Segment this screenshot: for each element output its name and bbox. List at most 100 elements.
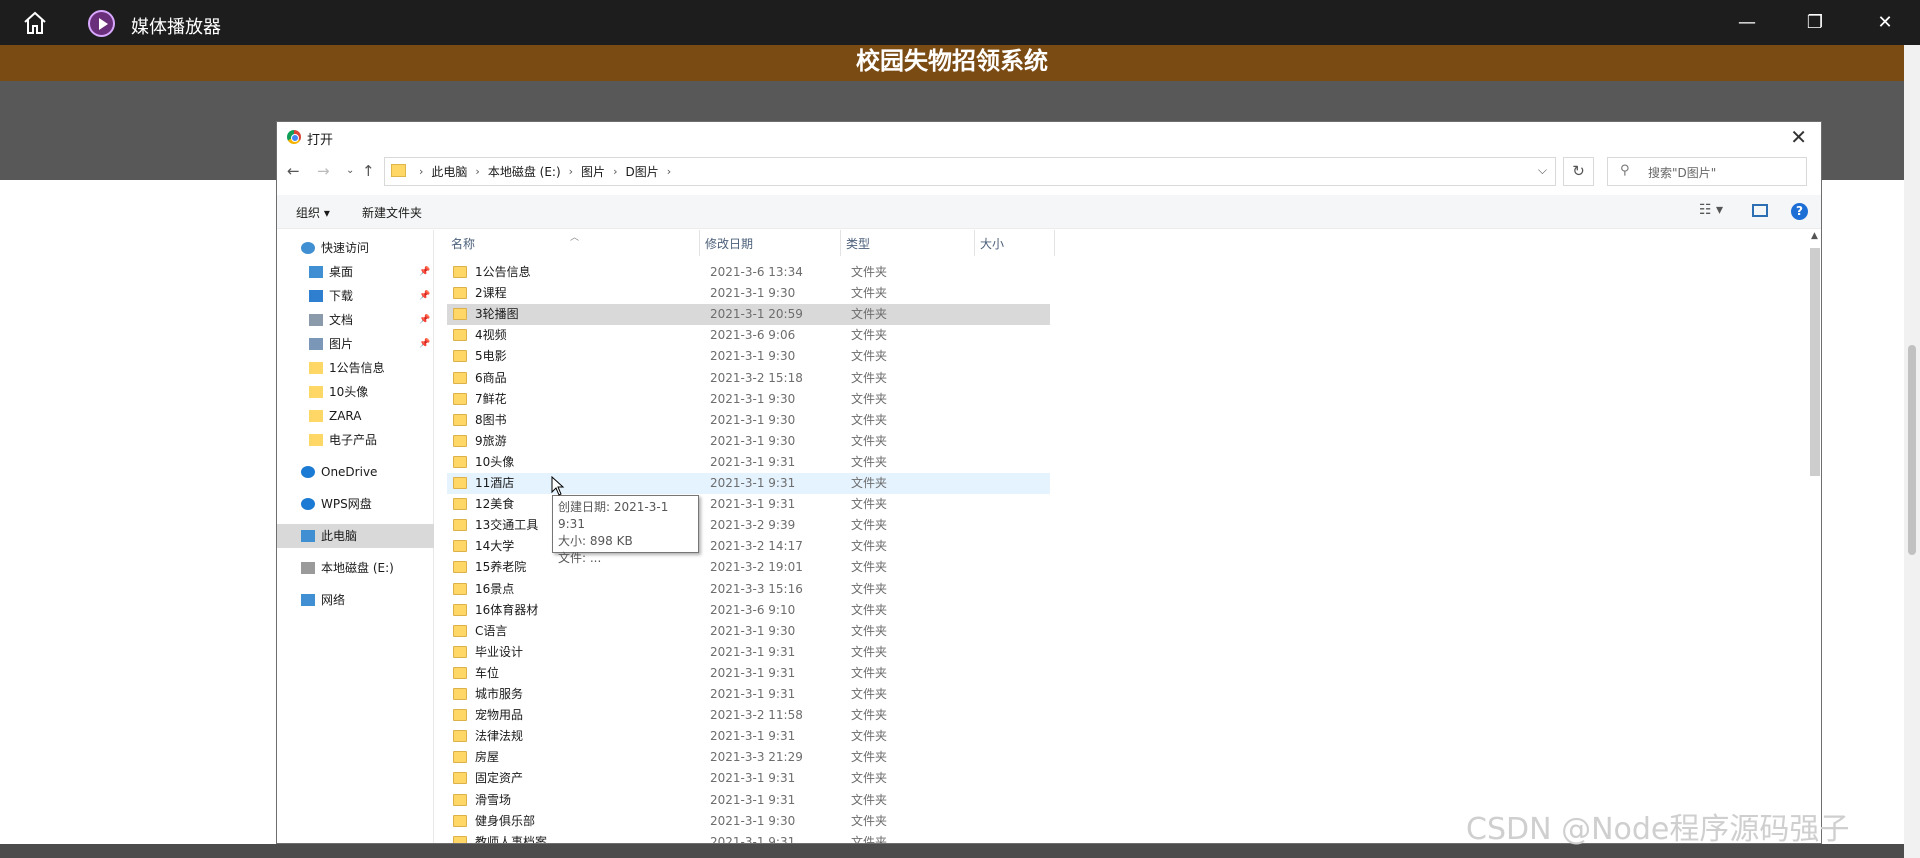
nav-item[interactable]: 网络 [277,588,434,612]
file-row[interactable]: 城市服务 2021-3-1 9:31 文件夹 [447,684,1050,705]
folder-icon [453,540,467,553]
nav-item[interactable]: 下载 📌 [277,284,434,308]
file-date: 2021-3-2 14:17 [710,539,803,554]
preview-pane-icon[interactable] [1752,204,1768,217]
up-arrow-icon[interactable]: ↑ [362,162,375,180]
nav-item[interactable]: ZARA [277,404,434,428]
new-folder-button[interactable]: 新建文件夹 [362,204,422,221]
column-header-type[interactable]: 类型 [846,235,870,252]
page-scrollbar-thumb[interactable] [1908,345,1916,555]
file-row[interactable]: 5电影 2021-3-1 9:30 文件夹 [447,346,1050,367]
nav-item[interactable]: 文档 📌 [277,308,434,332]
file-row[interactable]: 9旅游 2021-3-1 9:30 文件夹 [447,431,1050,452]
file-type: 文件夹 [851,792,888,807]
folder-icon [391,164,406,177]
pin-icon: 📌 [419,291,431,301]
nav-item[interactable]: 本地磁盘 (E:) [277,556,434,580]
column-separator[interactable] [974,230,975,256]
nav-item[interactable]: 快速访问 [277,236,434,260]
file-row[interactable]: 6商品 2021-3-2 15:18 文件夹 [447,368,1050,389]
chevron-right-icon: › [419,165,424,178]
file-row[interactable]: 3轮播图 2021-3-1 20:59 文件夹 [447,304,1050,326]
file-row[interactable]: 16体育器材 2021-3-6 9:10 文件夹 [447,600,1050,621]
file-row[interactable]: 14大学 2021-3-2 14:17 文件夹 [447,536,1050,557]
chevron-right-icon[interactable]: › [475,165,479,178]
chevron-right-icon[interactable]: › [569,165,573,178]
file-row[interactable]: 15养老院 2021-3-2 19:01 文件夹 [447,557,1050,578]
refresh-button[interactable]: ↻ [1563,157,1594,186]
folder-icon [453,413,467,426]
organize-button[interactable]: 组织 ▾ [296,204,330,221]
file-row[interactable]: 滑雪场 2021-3-1 9:31 文件夹 [447,790,1050,811]
help-icon[interactable]: ? [1791,203,1808,220]
page-scrollbar[interactable] [1904,45,1920,858]
breadcrumb-item[interactable]: 本地磁盘 (E:) [488,163,561,180]
file-type: 文件夹 [851,750,888,765]
file-row[interactable]: 8图书 2021-3-1 9:30 文件夹 [447,410,1050,431]
breadcrumb-item[interactable]: 此电脑 [431,163,467,180]
file-name: 2课程 [475,286,507,301]
column-separator[interactable] [1054,230,1055,256]
nav-item[interactable]: 图片 📌 [277,332,434,356]
file-row[interactable]: 2课程 2021-3-1 9:30 文件夹 [447,283,1050,304]
file-row[interactable]: 宠物用品 2021-3-2 11:58 文件夹 [447,705,1050,726]
file-row[interactable]: 法律法规 2021-3-1 9:31 文件夹 [447,726,1050,747]
file-row[interactable]: 13交通工具 2021-3-2 9:39 文件夹 [447,515,1050,536]
file-row[interactable]: 10头像 2021-3-1 9:31 文件夹 [447,452,1050,473]
home-icon[interactable] [22,11,48,35]
scroll-up-icon[interactable]: ▲ [1811,231,1818,241]
file-row[interactable]: 16景点 2021-3-3 15:16 文件夹 [447,579,1050,600]
column-header-size[interactable]: 大小 [980,235,1004,252]
chevron-right-icon[interactable]: › [613,165,617,178]
nav-item[interactable]: 10头像 [277,380,434,404]
recent-locations-icon[interactable]: ⌄ [346,165,354,176]
address-bar[interactable]: › 此电脑 › 本地磁盘 (E:) › 图片 › D图片 › ⌵ [384,157,1556,186]
file-row[interactable]: 房屋 2021-3-3 21:29 文件夹 [447,747,1050,768]
file-row[interactable]: 11酒店 2021-3-1 9:31 文件夹 [447,473,1050,494]
file-list-scrollbar[interactable]: ▲ [1807,230,1821,843]
nav-item[interactable]: 此电脑 [277,524,434,548]
chevron-right-icon[interactable]: › [667,165,671,178]
view-options-icon[interactable]: ☷ ▾ [1699,202,1723,218]
file-row[interactable]: 毕业设计 2021-3-1 9:31 文件夹 [447,642,1050,663]
file-row[interactable]: C语言 2021-3-1 9:30 文件夹 [447,621,1050,642]
breadcrumb-item[interactable]: 图片 [581,163,605,180]
breadcrumb-item[interactable]: D图片 [625,163,658,180]
cloud-icon [301,498,315,510]
restore-button[interactable]: ❐ [1802,10,1828,36]
dialog-close-button[interactable]: ✕ [1790,125,1807,149]
file-row[interactable]: 车位 2021-3-1 9:31 文件夹 [447,663,1050,684]
column-separator[interactable] [699,230,700,256]
file-type: 文件夹 [851,687,888,701]
minimize-button[interactable]: — [1734,10,1760,36]
forward-arrow-icon[interactable]: → [317,162,330,180]
file-list-scrollbar-thumb[interactable] [1810,248,1820,476]
file-row[interactable]: 教师人事档案 2021-3-1 9:31 文件夹 [447,832,1050,843]
folder-icon [453,751,467,764]
nav-item[interactable]: WPS网盘 [277,492,434,516]
column-header-date[interactable]: 修改日期 [705,235,753,252]
chevron-down-icon[interactable]: ⌵ [1538,163,1547,178]
file-row[interactable]: 12美食 2021-3-1 9:31 文件夹 [447,494,1050,515]
file-row[interactable]: 固定资产 2021-3-1 9:31 文件夹 [447,768,1050,789]
back-arrow-icon[interactable]: ← [287,162,300,180]
file-name: 12美食 [475,497,515,512]
file-date: 2021-3-1 9:31 [710,497,796,512]
folder-icon [453,350,467,363]
file-row[interactable]: 健身俱乐部 2021-3-1 9:30 文件夹 [447,811,1050,832]
nav-item[interactable]: 1公告信息 [277,356,434,380]
folder-icon [453,772,467,785]
file-row[interactable]: 1公告信息 2021-3-6 13:34 文件夹 [447,262,1050,283]
desktop-icon [309,266,323,278]
nav-item[interactable]: OneDrive [277,460,434,484]
file-row[interactable]: 7鲜花 2021-3-1 9:30 文件夹 [447,389,1050,410]
column-header-name[interactable]: 名称 [451,235,475,252]
folder-icon [453,730,467,743]
close-window-button[interactable]: ✕ [1872,10,1898,36]
nav-item[interactable]: 桌面 📌 [277,260,434,284]
nav-item[interactable]: 电子产品 [277,428,434,452]
search-input[interactable]: ⚲ 搜索"D图片" [1607,157,1807,186]
file-row[interactable]: 4视频 2021-3-6 9:06 文件夹 [447,325,1050,346]
file-name: 11酒店 [475,476,515,490]
column-separator[interactable] [840,230,841,256]
